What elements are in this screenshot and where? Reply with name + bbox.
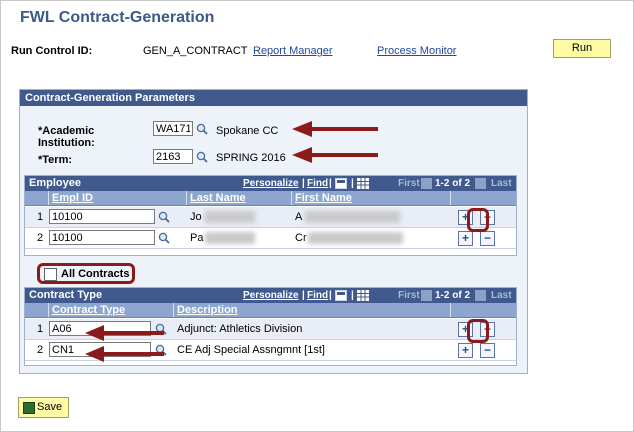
previous-row-icon[interactable] bbox=[421, 290, 432, 301]
next-row-icon[interactable] bbox=[475, 178, 486, 189]
institution-description: Spokane CC bbox=[216, 125, 279, 137]
all-contracts-label: All Contracts bbox=[61, 268, 130, 280]
all-contracts-checkbox[interactable] bbox=[44, 268, 57, 281]
employee-grid-title: Employee bbox=[29, 177, 81, 189]
download-grid-icon[interactable] bbox=[357, 290, 369, 301]
redaction bbox=[308, 232, 403, 244]
table-row: 2 Pa Cr + − bbox=[25, 228, 516, 249]
redaction bbox=[205, 211, 255, 223]
first-name-cell: A bbox=[295, 211, 303, 223]
employee-row-range: 1-2 of 2 bbox=[435, 178, 471, 189]
all-contracts-highlight: All Contracts bbox=[37, 263, 135, 284]
description-cell: Adjunct: Athletics Division bbox=[177, 323, 303, 335]
contract-grid-title-bar: Contract Type Personalize | Find | | Fir… bbox=[25, 288, 516, 303]
col-contract-type[interactable]: Contract Type bbox=[52, 303, 125, 317]
add-row-button[interactable]: + bbox=[458, 343, 473, 358]
empl-id-input[interactable] bbox=[49, 230, 155, 245]
last-name-cell: Pa bbox=[190, 232, 204, 244]
row-number: 1 bbox=[37, 211, 44, 223]
employee-grid: Employee Personalize | Find | | First 1-… bbox=[24, 175, 517, 256]
redaction bbox=[205, 232, 255, 244]
contract-find-link[interactable]: Find bbox=[307, 288, 328, 303]
institution-lookup-icon[interactable] bbox=[196, 123, 208, 135]
contract-row-range: 1-2 of 2 bbox=[435, 290, 471, 301]
row-number: 2 bbox=[37, 232, 44, 244]
redaction bbox=[305, 211, 400, 223]
empl-id-lookup-icon[interactable] bbox=[158, 211, 170, 223]
contract-personalize-link[interactable]: Personalize bbox=[243, 288, 299, 303]
highlight-box bbox=[467, 208, 489, 232]
contract-first-label: First bbox=[398, 290, 420, 301]
process-monitor-link[interactable]: Process Monitor bbox=[377, 45, 456, 57]
view-all-icon[interactable] bbox=[335, 178, 347, 189]
col-last-name[interactable]: Last Name bbox=[190, 191, 246, 205]
run-control-value: GEN_A_CONTRACT bbox=[143, 45, 248, 57]
row-number: 2 bbox=[37, 344, 44, 356]
empl-id-lookup-icon[interactable] bbox=[158, 232, 170, 244]
first-name-cell: Cr bbox=[295, 232, 307, 244]
description-cell: CE Adj Special Assngmnt [1st] bbox=[177, 344, 325, 356]
contract-last-label: Last bbox=[491, 290, 512, 301]
next-row-icon[interactable] bbox=[475, 290, 486, 301]
col-first-name[interactable]: First Name bbox=[295, 191, 352, 205]
annotation-arrows bbox=[292, 121, 378, 163]
contract-grid-header: Contract Type Description bbox=[25, 303, 516, 318]
contract-grid-title: Contract Type bbox=[29, 289, 103, 301]
add-row-button[interactable]: + bbox=[458, 231, 473, 246]
term-description: SPRING 2016 bbox=[216, 152, 286, 164]
run-control-label: Run Control ID: bbox=[11, 45, 93, 57]
institution-label: *Academic Institution: bbox=[38, 125, 95, 149]
view-all-icon[interactable] bbox=[335, 290, 347, 301]
annotation-arrows bbox=[85, 325, 164, 362]
col-empl-id[interactable]: Empl ID bbox=[52, 191, 93, 205]
save-icon bbox=[23, 402, 35, 414]
employee-first-label: First bbox=[398, 178, 420, 189]
employee-grid-title-bar: Employee Personalize | Find | | First 1-… bbox=[25, 176, 516, 191]
save-button[interactable]: Save bbox=[18, 397, 69, 418]
term-input[interactable] bbox=[153, 149, 193, 164]
highlight-box bbox=[467, 319, 489, 343]
empl-id-input[interactable] bbox=[49, 209, 155, 224]
delete-row-button[interactable]: − bbox=[480, 343, 495, 358]
last-name-cell: Jo bbox=[190, 211, 202, 223]
table-row: 1 Jo A + − bbox=[25, 207, 516, 228]
page-title: FWL Contract-Generation bbox=[20, 9, 215, 26]
employee-last-label: Last bbox=[491, 178, 512, 189]
employee-find-link[interactable]: Find bbox=[307, 176, 328, 191]
report-manager-link[interactable]: Report Manager bbox=[253, 45, 333, 57]
institution-input[interactable] bbox=[153, 121, 193, 136]
download-grid-icon[interactable] bbox=[357, 178, 369, 189]
term-lookup-icon[interactable] bbox=[196, 151, 208, 163]
employee-grid-header: Empl ID Last Name First Name bbox=[25, 191, 516, 206]
employee-personalize-link[interactable]: Personalize bbox=[243, 176, 299, 191]
previous-row-icon[interactable] bbox=[421, 178, 432, 189]
row-number: 1 bbox=[37, 323, 44, 335]
save-label: Save bbox=[37, 401, 63, 413]
delete-row-button[interactable]: − bbox=[480, 231, 495, 246]
run-button[interactable]: Run bbox=[553, 39, 611, 58]
col-description[interactable]: Description bbox=[177, 303, 238, 317]
term-label: *Term: bbox=[38, 154, 73, 166]
parameters-panel-header: Contract-Generation Parameters bbox=[20, 90, 527, 106]
